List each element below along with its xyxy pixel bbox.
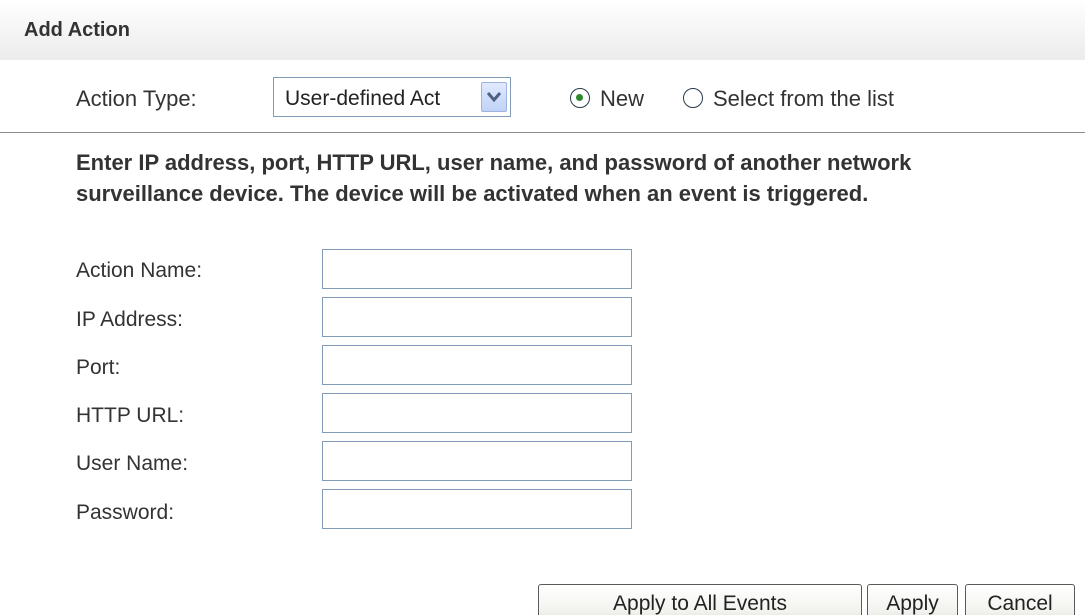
action-type-label: Action Type: — [76, 86, 197, 111]
action-type-selected-value: User-defined Act — [285, 87, 441, 110]
divider — [0, 132, 1085, 133]
action-name-input[interactable] — [322, 249, 632, 289]
cancel-button[interactable]: Cancel — [965, 584, 1075, 615]
chevron-down-icon — [487, 92, 501, 103]
radio-select-from-list-label: Select from the list — [713, 86, 894, 111]
ip-address-label: IP Address: — [76, 308, 184, 331]
instructions-text: Enter IP address, port, HTTP URL, user n… — [76, 150, 912, 206]
port-label: Port: — [76, 356, 121, 379]
http-url-label: HTTP URL: — [76, 404, 185, 427]
radio-new-label: New — [600, 86, 645, 111]
add-action-page: Add Action Action Type: User-defined Act… — [0, 0, 1085, 615]
page-title: Add Action — [24, 19, 130, 41]
ip-address-input[interactable] — [322, 297, 632, 337]
password-label: Password: — [76, 501, 175, 524]
radio-new[interactable] — [570, 88, 590, 108]
port-input[interactable] — [322, 345, 632, 385]
action-type-select[interactable]: User-defined Act — [273, 77, 511, 117]
dropdown-button[interactable] — [481, 82, 507, 112]
action-name-label: Action Name: — [76, 259, 203, 282]
header-bar: Add Action — [0, 0, 1085, 60]
apply-to-all-events-button[interactable]: Apply to All Events — [538, 584, 862, 615]
radio-selected-dot — [576, 94, 583, 101]
user-name-input[interactable] — [322, 441, 632, 481]
apply-button[interactable]: Apply — [867, 584, 958, 615]
http-url-input[interactable] — [322, 393, 632, 433]
user-name-label: User Name: — [76, 452, 189, 475]
radio-select-from-list[interactable] — [683, 88, 703, 108]
password-input[interactable] — [322, 489, 632, 529]
